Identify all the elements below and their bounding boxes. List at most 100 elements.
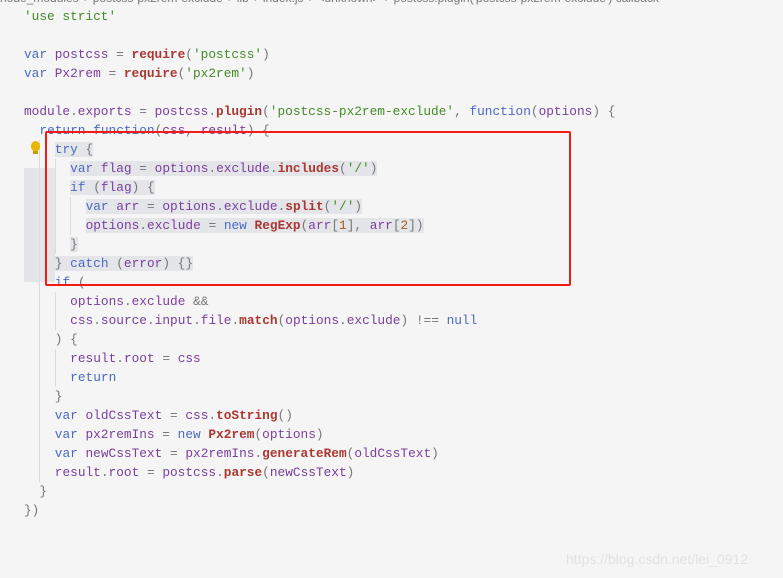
code-line: } [24, 482, 615, 501]
code-token: ) [431, 446, 439, 461]
code-token: var [54, 408, 86, 423]
code-token: var [24, 47, 55, 62]
code-token: 'use strict' [24, 9, 117, 24]
code-token: . [208, 408, 217, 423]
code-token: root [123, 351, 163, 366]
code-token: toString [216, 408, 278, 423]
code-token: ) [246, 66, 255, 81]
code-text: result.root = css [70, 351, 201, 366]
code-token: root [108, 465, 147, 480]
code-token: css [70, 313, 94, 328]
code-token: function [469, 104, 531, 119]
breadcrumb-separator: › [385, 0, 389, 5]
indent-guide [39, 368, 54, 387]
code-text: var postcss = require('postcss') [24, 47, 270, 62]
code-token: . [254, 446, 263, 461]
indent-guide [24, 121, 39, 140]
code-token: ) { [592, 104, 616, 119]
indent-guide [24, 235, 39, 254]
code-token: new [177, 427, 209, 442]
indent-guide [39, 387, 54, 406]
breadcrumb-item[interactable]: postcss.plugin('postcss-px2rem-exclude')… [394, 0, 659, 5]
indent-guide [24, 273, 39, 292]
code-text: return [70, 370, 116, 385]
code-text: css.source.input.file.match(options.excl… [70, 313, 477, 328]
code-token: css [177, 351, 201, 366]
code-token: require [123, 66, 178, 81]
code-line: var newCssText = px2remIns.generateRem(o… [24, 444, 615, 463]
indent-guide [24, 216, 39, 235]
code-line: return [24, 368, 615, 387]
code-token: . [70, 104, 78, 119]
indent-guide [24, 197, 39, 216]
indent-guide [24, 159, 39, 178]
code-text: var px2remIns = new Px2rem(options) [55, 427, 324, 442]
breadcrumb-item[interactable]: node_modules [0, 0, 79, 5]
breadcrumb-item[interactable]: postcss-px2rem-exclude [93, 0, 223, 5]
code-text: ) { [55, 332, 78, 347]
code-token: var [24, 66, 55, 81]
indent-guide [24, 463, 39, 482]
code-token: = [139, 104, 155, 119]
code-token: ) { [54, 332, 78, 347]
code-token: options [285, 313, 340, 328]
breadcrumb-item[interactable]: index.js [263, 0, 304, 5]
code-text: var oldCssText = css.toString() [55, 408, 293, 423]
code-token: ) [346, 465, 355, 480]
code-token: var [54, 446, 86, 461]
indent-guide [39, 406, 54, 425]
indent-guide [24, 292, 39, 311]
code-token: oldCssText [354, 446, 432, 461]
code-line: css.source.input.file.match(options.excl… [24, 311, 615, 330]
code-token: } [39, 484, 48, 499]
code-line: module.exports = postcss.plugin('postcss… [24, 102, 615, 121]
code-token: . [216, 465, 224, 480]
code-token: ) [262, 47, 270, 62]
breadcrumb-separator: › [84, 0, 88, 5]
indent-guide [55, 368, 70, 387]
breadcrumb-item[interactable]: <unknown> [318, 0, 380, 5]
code-token: = [169, 446, 186, 461]
code-token: . [339, 313, 347, 328]
code-token: null [446, 313, 478, 328]
code-token: ( [254, 427, 263, 442]
indent-guide [24, 349, 39, 368]
code-line: var oldCssText = css.toString() [24, 406, 615, 425]
indent-guide [24, 425, 39, 444]
code-token: source [100, 313, 147, 328]
code-token: exclude [346, 313, 401, 328]
code-line: ) { [24, 330, 615, 349]
code-text: } [55, 389, 63, 404]
breadcrumb-item[interactable]: lib [237, 0, 249, 5]
code-token: 'postcss' [192, 47, 263, 62]
code-token: . [100, 465, 109, 480]
code-token: = [169, 408, 186, 423]
indent-guide [24, 311, 39, 330]
code-token: px2remIns [85, 427, 163, 442]
code-token: = [116, 47, 132, 62]
code-token: module [24, 104, 71, 119]
code-token: postcss [154, 104, 209, 119]
indent-guide [39, 463, 54, 482]
lightbulb-icon[interactable] [31, 141, 40, 154]
indent-guide [39, 330, 54, 349]
indent-guide [39, 349, 54, 368]
code-token: . [116, 351, 124, 366]
code-token: Px2rem [54, 66, 109, 81]
indent-guide [24, 178, 39, 197]
indent-guide [39, 292, 54, 311]
code-token: options [262, 427, 316, 442]
indent-guide [39, 444, 54, 463]
code-line: var px2remIns = new Px2rem(options) [24, 425, 615, 444]
code-line: var Px2rem = require('px2rem') [24, 64, 615, 83]
indent-guide [24, 444, 39, 463]
code-line: }) [24, 501, 615, 520]
code-token: . [208, 104, 217, 119]
indent-guide [55, 311, 70, 330]
code-line: } [24, 387, 615, 406]
breadcrumb: node_modules › postcss-px2rem-exclude › lib ›… [0, 0, 659, 5]
code-token: . [146, 313, 155, 328]
indent-guide [24, 330, 39, 349]
code-line: result.root = css [24, 349, 615, 368]
